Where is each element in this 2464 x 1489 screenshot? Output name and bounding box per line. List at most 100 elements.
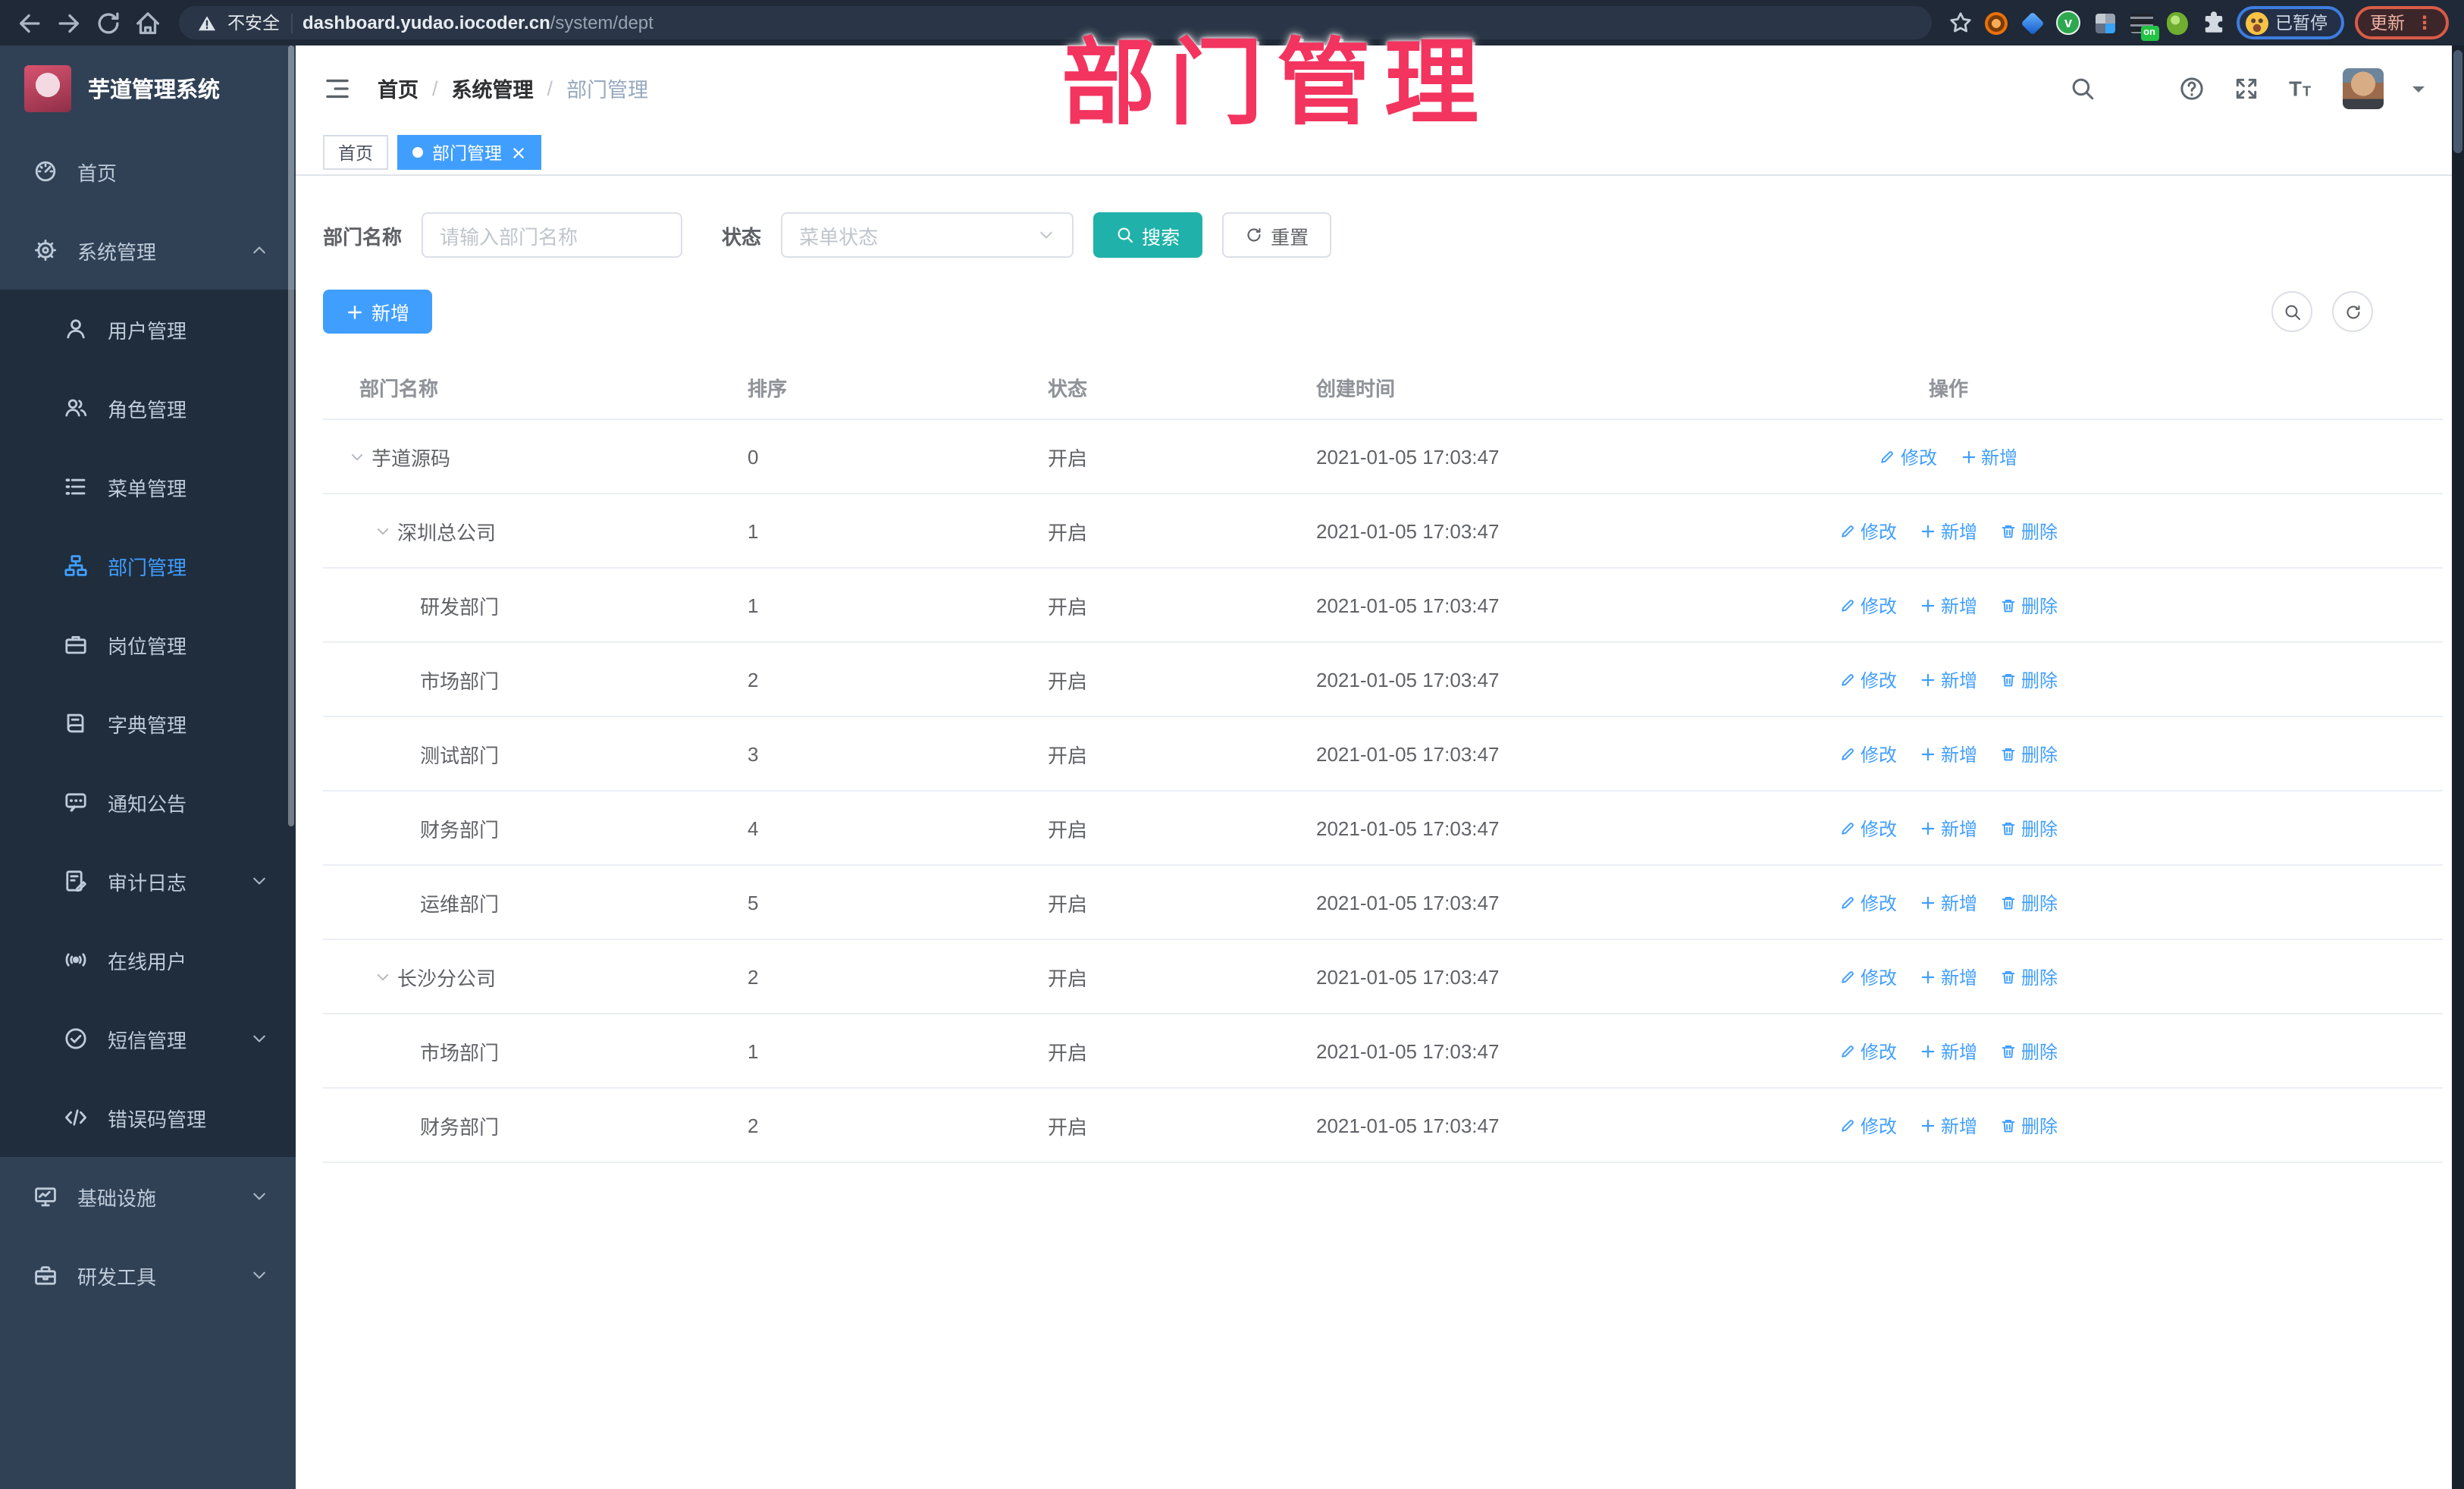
sidebar-item[interactable]: 研发工具	[0, 1236, 296, 1315]
sidebar-item[interactable]: 菜单管理	[0, 447, 296, 526]
row-modify-link[interactable]: 修改	[1879, 444, 1937, 469]
row-add-link[interactable]: 新增	[1920, 1038, 1977, 1064]
row-delete-link[interactable]: 删除	[2000, 815, 2058, 841]
close-icon[interactable]	[511, 145, 526, 160]
search-button[interactable]: 搜索	[1093, 212, 1203, 258]
table-row[interactable]: 运维部门 5 开启 2021-01-05 17:03:47 修改 新增 删除	[323, 866, 2443, 940]
row-delete-link[interactable]: 删除	[2000, 1038, 2058, 1064]
bookmark-star-icon[interactable]	[1948, 11, 1972, 35]
row-modify-link[interactable]: 修改	[1839, 666, 1897, 692]
sidebar-item[interactable]: 通知公告	[0, 763, 296, 842]
sidebar-item[interactable]: 角色管理	[0, 368, 296, 447]
sidebar-item[interactable]: 字典管理	[0, 684, 296, 763]
browser-update-button[interactable]: 更新 ⋮	[2355, 6, 2449, 39]
sidebar-logo-row[interactable]: 芋道管理系统	[0, 45, 296, 132]
extension-green-v-icon[interactable]: v	[2055, 10, 2081, 36]
back-icon[interactable]	[15, 8, 44, 37]
expand-row-icon[interactable]	[375, 968, 391, 985]
table-row[interactable]: 芋道源码 0 开启 2021-01-05 17:03:47 修改 新增	[323, 420, 2443, 494]
forward-icon[interactable]	[55, 8, 83, 37]
extension-gem-icon[interactable]	[2019, 10, 2045, 36]
row-add-link[interactable]: 新增	[1920, 518, 1977, 544]
profile-paused-pill[interactable]: 已暂停	[2236, 6, 2344, 39]
github-icon[interactable]	[2124, 75, 2150, 101]
table-row[interactable]: 深圳总公司 1 开启 2021-01-05 17:03:47 修改 新增 删除	[323, 494, 2443, 569]
status-select[interactable]: 菜单状态	[781, 212, 1074, 258]
row-add-link[interactable]: 新增	[1920, 666, 1977, 692]
row-modify-link[interactable]: 修改	[1839, 1112, 1897, 1138]
row-modify-link[interactable]: 修改	[1839, 592, 1897, 618]
breadcrumb-item[interactable]: 首页	[378, 73, 419, 103]
window-scrollbar[interactable]	[2452, 45, 2464, 1489]
sidebar-item-label: 部门管理	[108, 556, 187, 578]
row-modify-link[interactable]: 修改	[1839, 815, 1897, 841]
sidebar-scrollbar[interactable]	[288, 45, 294, 826]
tag-view-tab[interactable]: 部门管理	[397, 135, 541, 170]
row-delete-link[interactable]: 删除	[2000, 518, 2058, 544]
font-size-icon[interactable]: TT	[2288, 75, 2314, 101]
help-icon[interactable]	[2179, 75, 2205, 101]
extension-vpn-icon[interactable]: on	[2128, 10, 2158, 40]
add-dept-button[interactable]: 新增	[323, 290, 433, 334]
avatar-caret-down-icon[interactable]	[2412, 86, 2425, 98]
reset-button[interactable]: 重置	[1222, 212, 1332, 258]
sidebar-item[interactable]: 审计日志	[0, 842, 296, 920]
extension-target-icon[interactable]	[1983, 10, 2008, 36]
sidebar-item[interactable]: 在线用户	[0, 920, 296, 999]
row-add-link[interactable]: 新增	[1920, 889, 1977, 915]
action-label: 删除	[2021, 818, 2058, 839]
table-row[interactable]: 财务部门 2 开启 2021-01-05 17:03:47 修改 新增 删除	[323, 1089, 2443, 1163]
row-add-link[interactable]: 新增	[1920, 592, 1977, 618]
row-delete-link[interactable]: 删除	[2000, 592, 2058, 618]
row-modify-link[interactable]: 修改	[1839, 964, 1897, 989]
collapse-sidebar-icon[interactable]	[323, 74, 352, 102]
row-modify-link[interactable]: 修改	[1839, 518, 1897, 544]
row-delete-link[interactable]: 删除	[2000, 666, 2058, 692]
row-add-link[interactable]: 新增	[1920, 1112, 1977, 1138]
user-avatar[interactable]	[2343, 67, 2384, 108]
sidebar-item[interactable]: 短信管理	[0, 999, 296, 1078]
sidebar-item[interactable]: 部门管理	[0, 526, 296, 605]
row-add-link[interactable]: 新增	[1920, 741, 1977, 766]
sidebar-item[interactable]: 首页	[0, 132, 296, 211]
table-row[interactable]: 研发部门 1 开启 2021-01-05 17:03:47 修改 新增 删除	[323, 569, 2443, 643]
fullscreen-icon[interactable]	[2234, 75, 2259, 101]
sidebar-item[interactable]: 系统管理	[0, 211, 296, 290]
expand-row-icon[interactable]	[349, 448, 365, 465]
sidebar-item[interactable]: 基础设施	[0, 1157, 296, 1236]
row-delete-link[interactable]: 删除	[2000, 1112, 2058, 1138]
row-modify-link[interactable]: 修改	[1839, 741, 1897, 766]
expand-row-icon[interactable]	[375, 522, 391, 539]
tag-view-tab[interactable]: 首页	[323, 135, 388, 170]
table-row[interactable]: 市场部门 2 开启 2021-01-05 17:03:47 修改 新增 删除	[323, 643, 2443, 717]
address-bar[interactable]: 不安全 dashboard.yudao.iocoder.cn/system/de…	[179, 6, 1931, 39]
row-add-link[interactable]: 新增	[1920, 815, 1977, 841]
sidebar-item[interactable]: 岗位管理	[0, 605, 296, 684]
row-delete-link[interactable]: 删除	[2000, 964, 2058, 989]
table-row[interactable]: 长沙分公司 2 开启 2021-01-05 17:03:47 修改 新增 删除	[323, 940, 2443, 1014]
show-search-toggle-button[interactable]	[2271, 291, 2312, 332]
edit-icon	[1839, 968, 1856, 985]
table-row[interactable]: 财务部门 4 开启 2021-01-05 17:03:47 修改 新增 删除	[323, 792, 2443, 866]
extension-grid-icon[interactable]	[2092, 10, 2118, 36]
extension-sprout-icon[interactable]	[2165, 10, 2190, 36]
scrollbar-thumb[interactable]	[2453, 50, 2462, 153]
reload-icon[interactable]	[94, 8, 123, 37]
row-add-link[interactable]: 新增	[1920, 964, 1977, 989]
table-row[interactable]: 测试部门 3 开启 2021-01-05 17:03:47 修改 新增 删除	[323, 717, 2443, 792]
table-row[interactable]: 市场部门 1 开启 2021-01-05 17:03:47 修改 新增 删除	[323, 1014, 2443, 1089]
row-add-link[interactable]: 新增	[1960, 444, 2017, 469]
sidebar-item[interactable]: 用户管理	[0, 290, 296, 368]
row-delete-link[interactable]: 删除	[2000, 741, 2058, 766]
edit-icon	[1839, 1042, 1856, 1059]
sidebar-item[interactable]: 错误码管理	[0, 1078, 296, 1157]
row-modify-link[interactable]: 修改	[1839, 1038, 1897, 1064]
row-modify-link[interactable]: 修改	[1839, 889, 1897, 915]
refresh-table-button[interactable]	[2332, 291, 2373, 332]
row-delete-link[interactable]: 删除	[2000, 889, 2058, 915]
search-icon[interactable]	[2070, 75, 2096, 101]
dept-name-input[interactable]: 请输入部门名称	[422, 212, 683, 258]
extensions-puzzle-icon[interactable]	[2201, 11, 2225, 35]
breadcrumb-item[interactable]: 系统管理	[452, 73, 534, 103]
home-icon[interactable]	[133, 8, 162, 37]
